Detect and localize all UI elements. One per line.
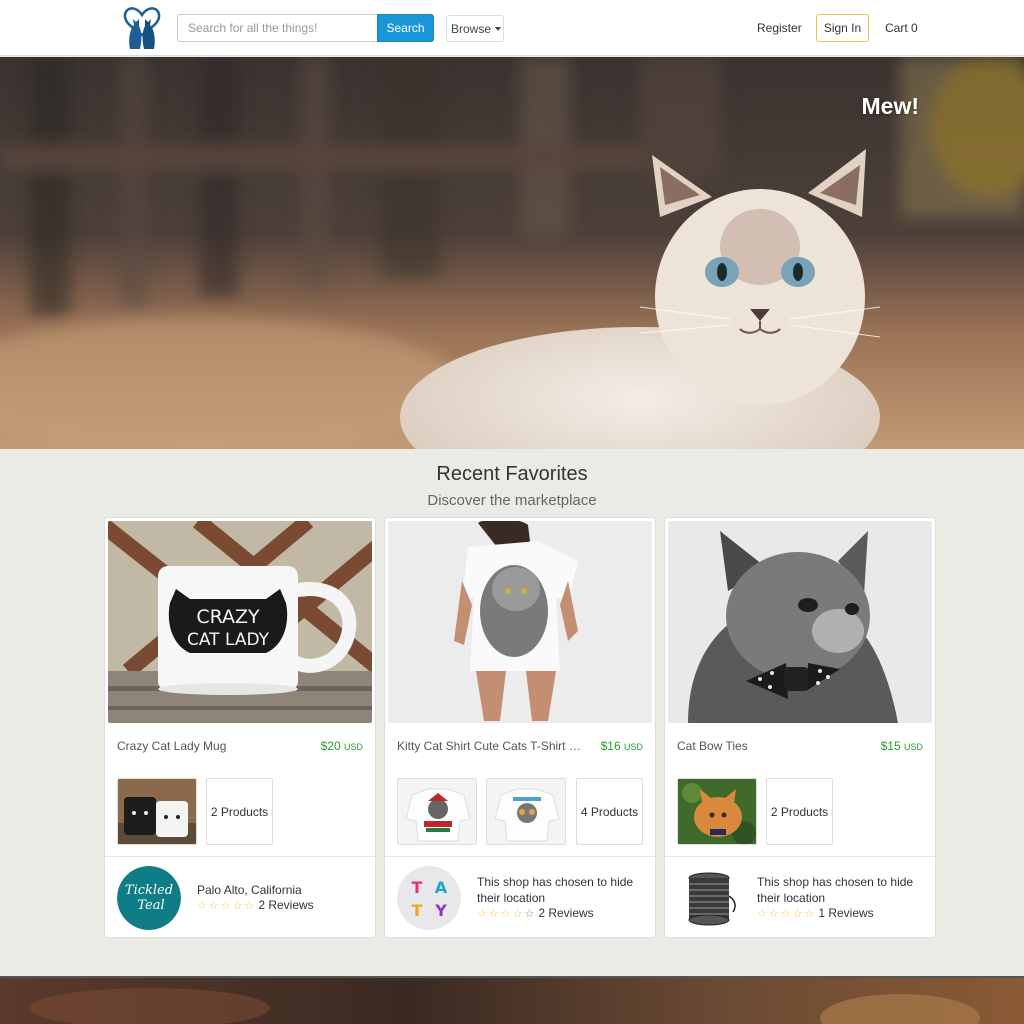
- products-count-link[interactable]: 2 Products: [206, 778, 273, 845]
- browse-dropdown[interactable]: Browse: [446, 15, 504, 42]
- products-count-link[interactable]: 2 Products: [766, 778, 833, 845]
- review-count[interactable]: 1 Reviews: [818, 906, 873, 920]
- product-thumbnail[interactable]: [677, 778, 757, 845]
- shop-location: This shop has chosen to hide their locat…: [477, 875, 634, 905]
- shop-rating: ☆☆☆☆☆ 2 Reviews: [197, 898, 314, 912]
- footer-banner-image: [0, 976, 1024, 1024]
- avatar-letter-3: T: [412, 901, 423, 920]
- product-name[interactable]: Kitty Cat Shirt Cute Cats T-Shirt W...: [397, 739, 582, 753]
- shop-rating: ☆☆☆☆☆ 1 Reviews: [757, 906, 874, 920]
- shop-avatar[interactable]: [677, 866, 741, 930]
- shop-avatar[interactable]: Tickled Teal: [117, 866, 181, 930]
- price-currency: USD: [623, 742, 643, 752]
- section-subtitle: Discover the marketplace: [427, 492, 597, 509]
- hero-banner: Mew!: [0, 57, 1024, 449]
- register-link[interactable]: Register: [757, 21, 802, 35]
- card-divider: [665, 856, 935, 857]
- rating-stars-icon: ☆☆☆☆☆: [197, 900, 257, 912]
- avatar-text-line2: Teal: [137, 898, 164, 913]
- sign-in-button[interactable]: Sign In: [816, 14, 869, 42]
- avatar-text-line1: Tickled: [125, 883, 173, 898]
- product-card[interactable]: CRAZY CAT LADY Crazy Cat Lady Mug $20 US…: [104, 517, 376, 938]
- product-image-bowtie-cat[interactable]: [668, 521, 932, 723]
- shop-location: This shop has chosen to hide their locat…: [757, 875, 914, 905]
- browse-label: Browse: [451, 21, 492, 36]
- products-count-link[interactable]: 4 Products: [576, 778, 643, 845]
- logo-cats-heart-icon[interactable]: [122, 5, 162, 51]
- product-price: $20 USD: [321, 739, 363, 753]
- top-navbar: Search Browse Register Sign In Cart 0: [0, 0, 1024, 56]
- review-count[interactable]: 2 Reviews: [538, 906, 593, 920]
- price-currency: USD: [903, 742, 923, 752]
- product-name[interactable]: Cat Bow Ties: [677, 739, 862, 753]
- price-value: $15: [880, 739, 901, 753]
- product-price: $16 USD: [601, 739, 643, 753]
- avatar-letter-1: T: [412, 878, 423, 897]
- review-count[interactable]: 2 Reviews: [258, 898, 313, 912]
- mug-text-line1: CRAZY: [196, 606, 260, 628]
- product-card[interactable]: Kitty Cat Shirt Cute Cats T-Shirt W... $…: [384, 517, 656, 938]
- search-input[interactable]: [177, 14, 378, 42]
- sign-in-label: Sign In: [823, 21, 862, 35]
- price-currency: USD: [343, 742, 363, 752]
- avatar-letter-4: Y: [434, 901, 447, 920]
- product-name[interactable]: Crazy Cat Lady Mug: [117, 739, 302, 753]
- product-thumbnail[interactable]: [117, 778, 197, 845]
- cart-link[interactable]: Cart 0: [885, 21, 918, 35]
- shop-rating: ☆☆☆☆☆ 2 Reviews: [477, 906, 594, 920]
- rating-stars-icon: ☆☆☆☆☆: [477, 908, 537, 920]
- card-divider: [105, 856, 375, 857]
- product-image-mug[interactable]: CRAZY CAT LADY: [108, 521, 372, 723]
- price-value: $20: [320, 739, 341, 753]
- card-divider: [385, 856, 655, 857]
- product-thumbnail[interactable]: [486, 778, 566, 845]
- search-button-label: Search: [386, 21, 425, 35]
- hero-title: Mew!: [861, 93, 920, 119]
- section-title: Recent Favorites: [436, 463, 588, 485]
- product-card[interactable]: Cat Bow Ties $15 USD 2 Products This sho…: [664, 517, 936, 938]
- price-value: $16: [600, 739, 621, 753]
- product-price: $15 USD: [881, 739, 923, 753]
- search-button[interactable]: Search: [377, 14, 434, 42]
- caret-down-icon: [495, 27, 502, 32]
- shop-avatar[interactable]: T A T Y: [397, 866, 461, 930]
- rating-stars-icon: ☆☆☆☆☆: [757, 908, 817, 920]
- product-thumbnail[interactable]: [397, 778, 477, 845]
- product-image-shirt[interactable]: [388, 521, 652, 723]
- mug-text-line2: CAT LADY: [187, 630, 270, 650]
- avatar-letter-2: A: [435, 878, 448, 897]
- shop-location: Palo Alto, California: [197, 883, 302, 897]
